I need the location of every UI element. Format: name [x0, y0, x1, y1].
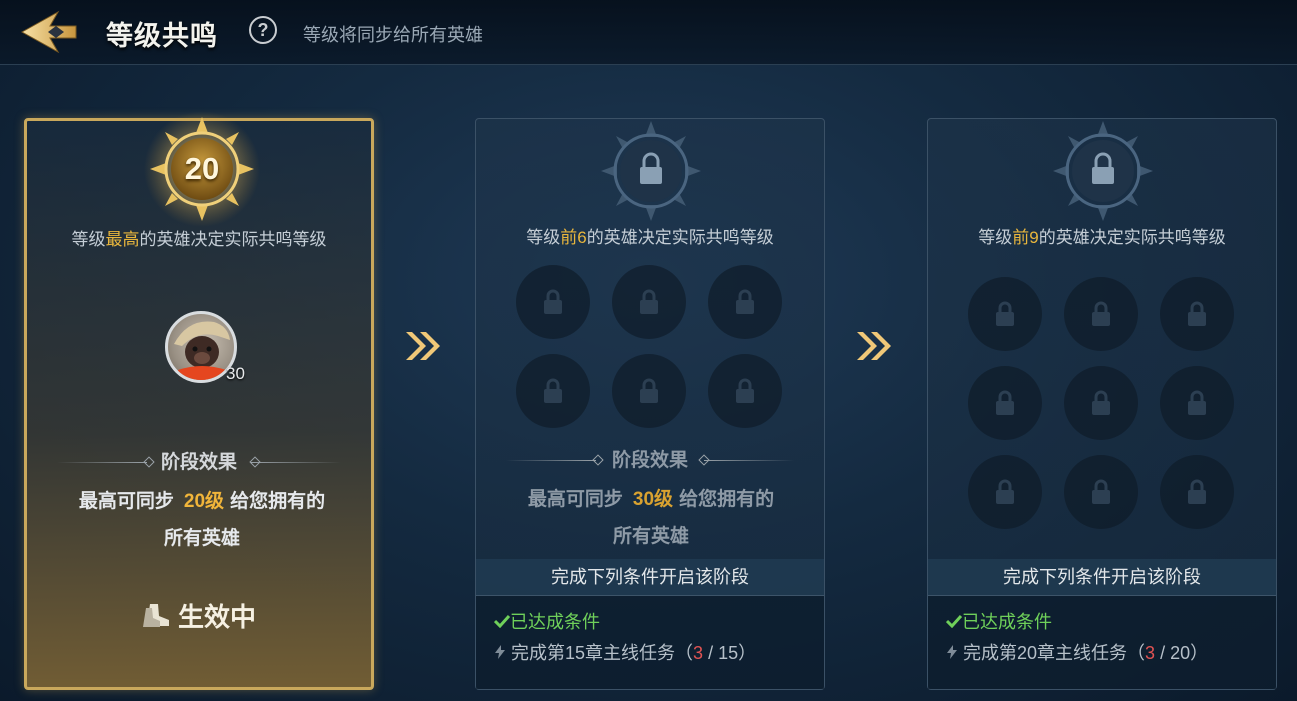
locked-hero-slot — [516, 265, 590, 339]
task-progress-total: 20 — [1170, 643, 1191, 663]
lock-icon — [736, 289, 754, 314]
stage-card-2: 等级前6的英雄决定实际共鸣等级 阶段效果 最高可同步 30级 给您拥有的 所有英雄 … — [475, 118, 825, 690]
locked-hero-slot — [516, 354, 590, 428]
bolt-icon — [495, 645, 505, 659]
task-progress-current: 3 — [1145, 643, 1156, 663]
locked-hero-slot — [1160, 277, 1234, 351]
hero-slot-grid — [968, 277, 1238, 544]
effect-title: 阶段效果 — [611, 450, 688, 471]
lock-icon — [996, 390, 1014, 415]
lock-icon — [640, 378, 658, 403]
bolt-icon — [947, 645, 957, 659]
condition-task: 完成第20章主线任务（3 / 20） — [946, 639, 1208, 665]
locked-hero-slot — [968, 366, 1042, 440]
double-chevron-right-icon — [855, 330, 893, 362]
locked-emblem — [591, 111, 711, 231]
page-subtitle: 等级将同步给所有英雄 — [303, 25, 483, 45]
stage-rule: 等级最高的英雄决定实际共鸣等级 — [71, 230, 327, 249]
divider — [704, 460, 794, 461]
lock-icon — [1188, 301, 1206, 326]
locked-emblem — [1043, 111, 1163, 231]
lock-icon — [1092, 301, 1110, 326]
effect-description: 最高可同步 20级 给您拥有的 所有英雄 — [78, 491, 326, 549]
active-status: 生效中 — [27, 597, 371, 634]
effect-description: 最高可同步 30级 给您拥有的 所有英雄 — [527, 489, 775, 547]
back-arrow-icon[interactable] — [18, 8, 80, 56]
lock-icon — [736, 378, 754, 403]
lock-icon — [996, 301, 1014, 326]
checkmark-icon — [493, 614, 511, 629]
locked-hero-slot — [708, 354, 782, 428]
lock-icon — [640, 289, 658, 314]
hero-level: 30 — [226, 364, 245, 383]
condition-task: 完成第15章主线任务（3 / 15） — [494, 639, 756, 665]
effect-level: 30级 — [632, 489, 674, 510]
hero-slot-grid — [516, 265, 786, 443]
stage-card-3: 等级前9的英雄决定实际共鸣等级 完成下列条件开启该阶段 已达成条件 完成第20章… — [927, 118, 1277, 690]
locked-hero-slot — [1160, 455, 1234, 529]
locked-hero-slot — [1064, 455, 1138, 529]
divider — [251, 462, 341, 463]
help-button[interactable]: ? — [249, 16, 277, 44]
locked-hero-slot — [968, 455, 1042, 529]
locked-hero-slot — [1064, 366, 1138, 440]
resonance-level: 20 — [184, 151, 220, 186]
stage-rule: 等级前9的英雄决定实际共鸣等级 — [978, 228, 1226, 247]
locked-hero-slot — [612, 265, 686, 339]
locked-hero-slot — [1064, 277, 1138, 351]
lock-icon — [1188, 390, 1206, 415]
double-chevron-right-icon — [404, 330, 442, 362]
effect-title: 阶段效果 — [160, 452, 237, 473]
lock-icon — [544, 289, 562, 314]
condition-met: 已达成条件 — [945, 608, 1052, 634]
unlock-conditions: 完成下列条件开启该阶段 已达成条件 完成第20章主线任务（3 / 20） — [928, 559, 1276, 689]
task-progress-current: 3 — [693, 643, 704, 663]
locked-hero-slot — [612, 354, 686, 428]
locked-hero-slot — [708, 265, 782, 339]
checkmark-icon — [945, 614, 963, 629]
locked-hero-slot — [1160, 366, 1234, 440]
lock-icon — [1092, 390, 1110, 415]
conditions-header: 完成下列条件开启该阶段 — [928, 559, 1276, 596]
lock-icon — [1092, 479, 1110, 504]
stage-card-1: 20 等级最高的英雄决定实际共鸣等级 30 阶段效果 最高可同步 20级 给您拥有的… — [24, 111, 374, 690]
locked-hero-slot — [968, 277, 1042, 351]
rule-highlight: 前9 — [1012, 228, 1039, 247]
level-emblem: 20 — [142, 109, 262, 229]
lock-icon — [544, 378, 562, 403]
boots-icon — [142, 604, 169, 627]
conditions-header: 完成下列条件开启该阶段 — [476, 559, 824, 596]
page-title: 等级共鸣 — [106, 21, 218, 51]
rule-highlight: 最高 — [105, 230, 140, 249]
lock-icon — [996, 479, 1014, 504]
top-bar: 等级共鸣 ? 等级将同步给所有英雄 — [0, 0, 1297, 65]
condition-met: 已达成条件 — [493, 608, 600, 634]
lock-icon — [1188, 479, 1206, 504]
effect-level: 20级 — [183, 491, 225, 512]
unlock-conditions: 完成下列条件开启该阶段 已达成条件 完成第15章主线任务（3 / 15） — [476, 559, 824, 689]
hero-portrait-icon — [174, 321, 230, 380]
stage-rule: 等级前6的英雄决定实际共鸣等级 — [526, 228, 774, 247]
rule-highlight: 前6 — [560, 228, 587, 247]
task-progress-total: 15 — [718, 643, 739, 663]
